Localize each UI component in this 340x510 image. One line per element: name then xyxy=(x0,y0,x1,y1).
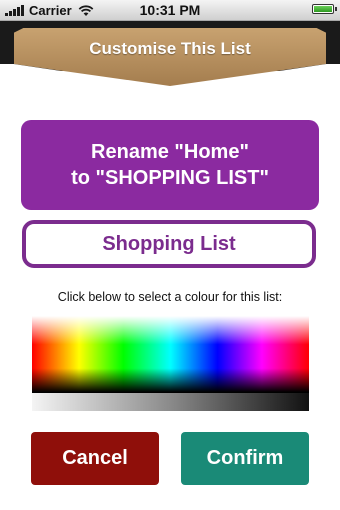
status-bar: Carrier 10:31 PM xyxy=(0,0,340,21)
rename-button-line1: Rename "Home" xyxy=(91,141,249,163)
list-name-value: Shopping List xyxy=(102,232,236,255)
status-time: 10:31 PM xyxy=(139,2,201,18)
cancel-button[interactable]: Cancel xyxy=(31,432,159,485)
greyscale-picker[interactable] xyxy=(32,393,309,411)
rename-list-button[interactable]: Rename "Home" to "SHOPPING LIST" xyxy=(21,120,319,210)
confirm-button[interactable]: Confirm xyxy=(181,432,309,485)
battery-nub xyxy=(335,7,337,11)
cancel-label: Cancel xyxy=(62,447,128,469)
confirm-label: Confirm xyxy=(206,447,284,469)
screen: Carrier 10:31 PM Customise This List Ren… xyxy=(0,0,340,510)
page-title: Customise This List xyxy=(89,39,251,58)
battery-fill xyxy=(314,6,332,12)
colour-instruction: Click below to select a colour for this … xyxy=(57,290,283,304)
list-name-field[interactable]: Shopping List xyxy=(22,220,316,268)
battery-icon xyxy=(312,4,337,14)
rename-button-line2: to "SHOPPING LIST" xyxy=(71,167,269,189)
